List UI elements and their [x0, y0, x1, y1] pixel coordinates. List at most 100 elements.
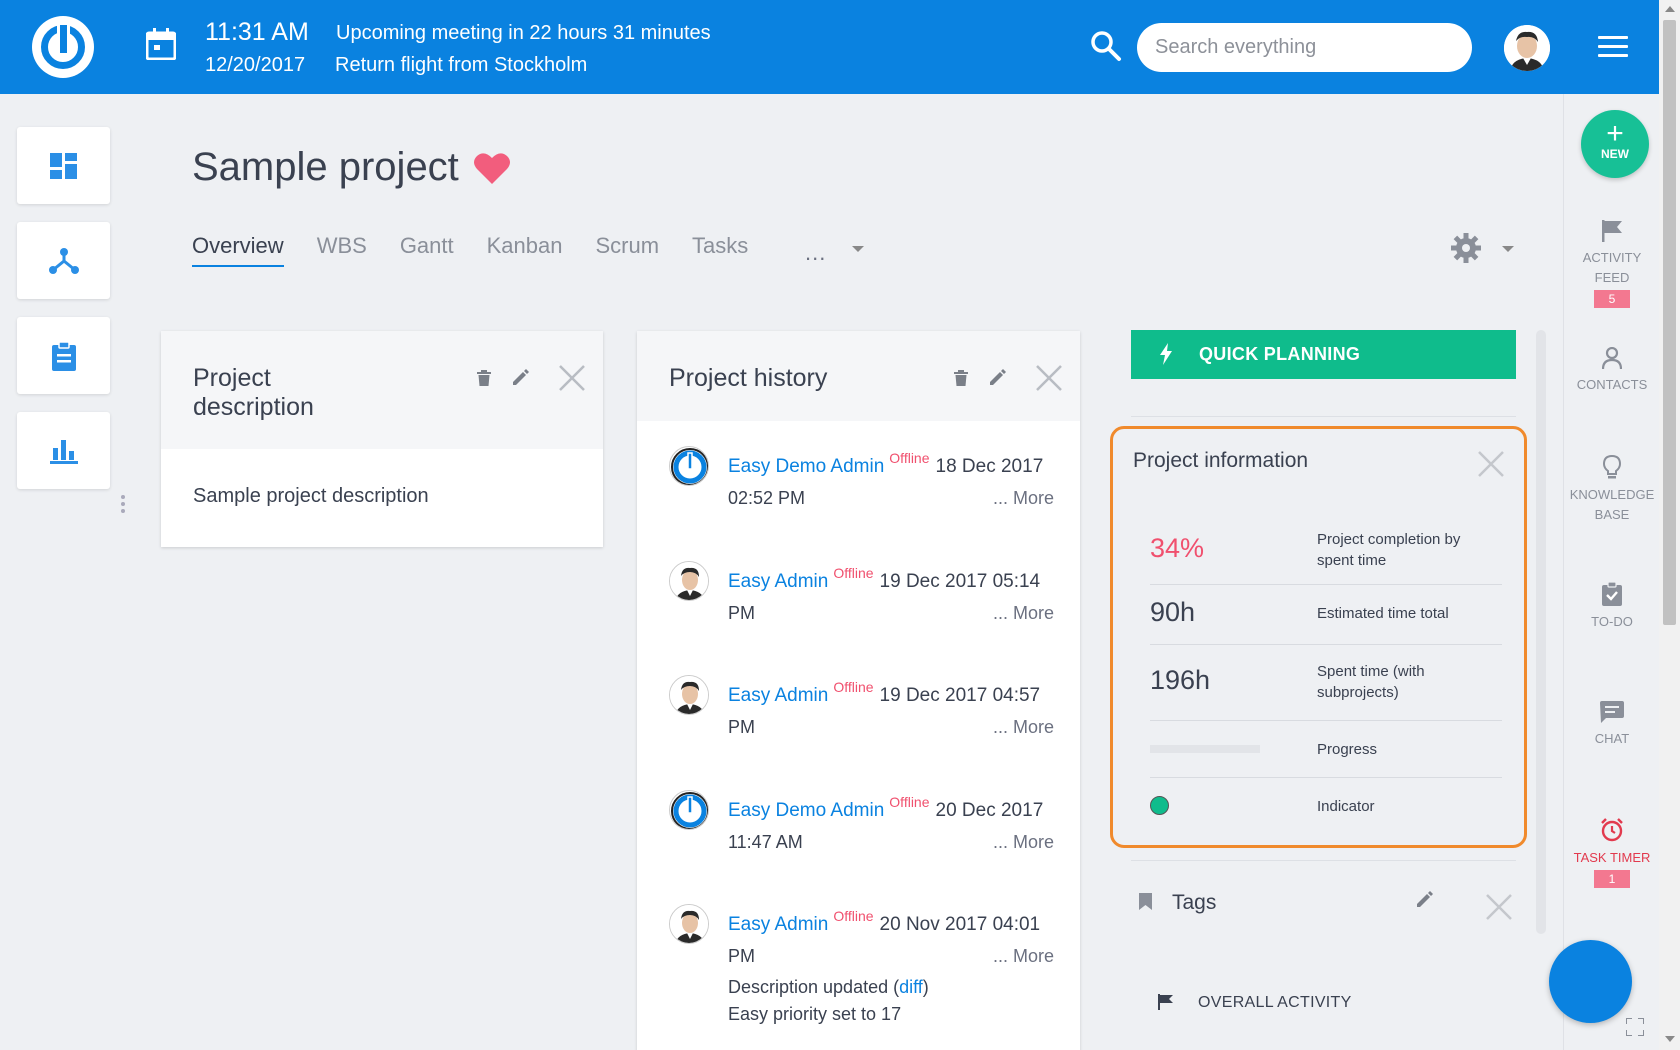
history-date: 19 Dec 2017 04:57 — [879, 685, 1041, 706]
progress-bar — [1150, 745, 1260, 753]
rail-activity-feed[interactable]: ACTIVITY FEED 5 — [1566, 220, 1658, 309]
history-user-link[interactable]: Easy Demo Admin — [728, 456, 884, 477]
chat-icon — [1600, 701, 1624, 723]
upcoming-meeting[interactable]: Upcoming meeting in 22 hours 31 minutes — [336, 22, 711, 45]
scroll-up-icon[interactable] — [1665, 6, 1675, 12]
more-link[interactable]: ... More — [993, 717, 1054, 738]
tab-kanban[interactable]: Kanban — [487, 233, 563, 267]
main-menu-icon[interactable] — [1598, 36, 1628, 58]
tabs-dropdown-icon[interactable] — [852, 246, 864, 252]
user-avatar[interactable] — [669, 904, 709, 944]
plus-icon: + — [1606, 117, 1624, 150]
fullscreen-icon[interactable] — [1626, 1018, 1644, 1036]
search-icon[interactable] — [1090, 30, 1122, 62]
info-label: Progress — [1317, 741, 1378, 758]
history-date: 20 Nov 2017 04:01 — [879, 914, 1041, 935]
info-row-spent: 196h Spent time (with subprojects) — [1150, 645, 1502, 721]
description-text: Sample project description — [193, 485, 429, 507]
column-scrollbar[interactable] — [1536, 330, 1546, 934]
history-date: 19 Dec 2017 05:14 — [879, 571, 1041, 592]
tab-wbs[interactable]: WBS — [317, 233, 367, 267]
tab-more[interactable]: ... — [805, 240, 826, 266]
gear-icon[interactable] — [1451, 233, 1481, 263]
status-badge: Offline — [833, 679, 874, 695]
sidebar-resize-handle[interactable] — [121, 495, 125, 515]
close-icon[interactable] — [1036, 365, 1062, 391]
rail-knowledge-base[interactable]: KNOWLEDGE BASE — [1566, 455, 1658, 525]
heart-icon[interactable] — [473, 151, 511, 185]
more-link[interactable]: ... More — [993, 832, 1054, 853]
close-icon[interactable] — [1478, 451, 1504, 477]
user-avatar[interactable] — [669, 790, 709, 830]
history-time: PM — [728, 603, 755, 623]
rail-task-timer[interactable]: TASK TIMER 1 — [1566, 818, 1658, 889]
tab-tasks[interactable]: Tasks — [692, 233, 748, 267]
diff-link[interactable]: diff — [899, 977, 923, 997]
lightning-icon — [1160, 343, 1172, 365]
bookmark-icon — [1139, 893, 1152, 910]
history-user-link[interactable]: Easy Admin — [728, 571, 828, 592]
history-user-link[interactable]: Easy Demo Admin — [728, 800, 884, 821]
upcoming-flight[interactable]: Return flight from Stockholm — [335, 54, 587, 77]
edit-icon[interactable] — [1415, 891, 1433, 909]
current-time: 11:31 AM — [205, 18, 309, 46]
user-avatar[interactable] — [669, 446, 709, 486]
clipboard-icon — [51, 340, 76, 371]
rail-todo[interactable]: TO-DO — [1566, 582, 1658, 632]
status-badge: Offline — [833, 908, 874, 924]
edit-icon[interactable] — [988, 369, 1006, 387]
calendar-icon[interactable] — [146, 28, 176, 60]
history-change: Description updated (diff) — [728, 977, 929, 997]
settings-dropdown-icon[interactable] — [1502, 246, 1514, 252]
info-label: Project completion by spent time — [1317, 531, 1461, 569]
more-link[interactable]: ... More — [993, 946, 1054, 967]
quick-planning-button[interactable]: QUICK PLANNING — [1131, 330, 1516, 379]
flag-icon — [1158, 994, 1173, 1010]
sidebar-dashboard[interactable] — [17, 127, 110, 204]
tab-overview[interactable]: Overview — [192, 233, 284, 267]
new-button[interactable]: + NEW — [1581, 110, 1649, 178]
scroll-down-icon[interactable] — [1665, 1036, 1675, 1042]
rail-chat[interactable]: CHAT — [1566, 701, 1658, 749]
user-avatar[interactable] — [669, 675, 709, 715]
close-icon[interactable] — [1486, 894, 1512, 920]
more-link[interactable]: ... More — [993, 488, 1054, 509]
trash-icon[interactable] — [477, 370, 491, 386]
edit-icon[interactable] — [511, 369, 529, 387]
flag-icon — [1602, 220, 1622, 242]
project-tabs: Overview WBS Gantt Kanban Scrum Tasks — [192, 233, 781, 267]
history-time: 02:52 PM — [728, 488, 806, 508]
sidebar-reports[interactable] — [17, 412, 110, 489]
rail-contacts[interactable]: CONTACTS — [1566, 347, 1658, 395]
close-icon[interactable] — [559, 365, 585, 391]
tab-gantt[interactable]: Gantt — [400, 233, 454, 267]
current-date: 12/20/2017 — [205, 54, 306, 76]
user-avatar[interactable] — [1504, 25, 1550, 71]
user-avatar[interactable] — [669, 561, 709, 601]
project-description-card: Project description Sample project descr… — [161, 331, 603, 547]
status-indicator — [1150, 796, 1169, 815]
person-icon — [1602, 347, 1622, 369]
history-user-link[interactable]: Easy Admin — [728, 914, 828, 935]
scrollbar-thumb[interactable] — [1663, 20, 1676, 625]
top-bar: 11:31 AM 12/20/2017 Upcoming meeting in … — [0, 0, 1659, 94]
overall-activity-link[interactable]: OVERALL ACTIVITY — [1198, 994, 1352, 1012]
history-user-link[interactable]: Easy Admin — [728, 685, 828, 706]
history-time: PM — [728, 946, 755, 966]
sidebar-tasks[interactable] — [17, 317, 110, 394]
search-input[interactable] — [1137, 23, 1472, 72]
more-link[interactable]: ... More — [993, 603, 1054, 624]
tab-scrum[interactable]: Scrum — [595, 233, 659, 267]
app-logo-icon[interactable] — [32, 16, 94, 78]
sidebar-structure[interactable] — [17, 222, 110, 299]
help-chat-button[interactable] — [1549, 940, 1632, 1023]
alarm-clock-icon — [1601, 818, 1623, 842]
project-information-card: Project information 34% Project completi… — [1110, 426, 1527, 848]
card-title: Project information — [1133, 449, 1309, 472]
lightbulb-icon — [1603, 455, 1621, 479]
spent-value: 196h — [1150, 665, 1211, 695]
page-scrollbar[interactable] — [1659, 0, 1680, 1050]
history-change: Easy priority set to 17 — [728, 1004, 902, 1024]
trash-icon[interactable] — [954, 370, 968, 386]
status-badge: Offline — [833, 565, 874, 581]
